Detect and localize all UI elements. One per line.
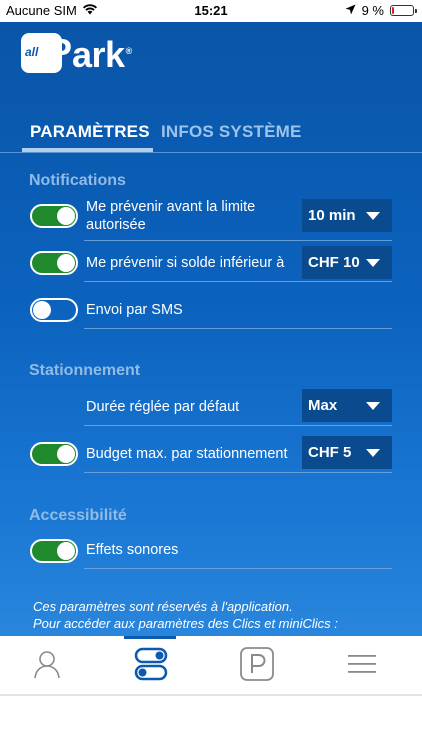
toggle-sms[interactable]: [30, 298, 78, 322]
toggle-max-budget[interactable]: [30, 442, 78, 466]
select-low-balance-value: CHF 10: [308, 254, 360, 271]
label-before-limit: Me prévenir avant la limite autorisée: [86, 199, 256, 233]
logo-ark-text: ark®: [72, 32, 132, 74]
toggle-low-balance[interactable]: [30, 251, 78, 275]
status-right: 9 %: [345, 3, 417, 18]
select-max-budget-value: CHF 5: [308, 444, 352, 461]
row-divider: [84, 472, 392, 473]
allpark-logo: all P ark®: [21, 32, 132, 74]
label-default-duration: Durée réglée par défaut: [86, 399, 240, 415]
row-divider: [84, 568, 392, 569]
select-default-duration-value: Max: [308, 397, 338, 414]
toggle-knob: [57, 542, 75, 560]
logo-all-text: all: [25, 45, 39, 59]
row-divider: [84, 328, 392, 329]
toggle-knob: [57, 445, 75, 463]
footnote: Ces paramètres sont réservés à l'applica…: [33, 598, 338, 632]
label-max-budget: Budget max. par stationnement: [86, 446, 288, 462]
section-accessibility-title: Accessibilité: [29, 507, 127, 524]
toggle-knob: [57, 254, 75, 272]
logo-ark: ark: [72, 34, 125, 75]
footnote-line-2: Pour accéder aux paramètres des Clics et…: [33, 616, 338, 631]
settings-toggles-icon[interactable]: [131, 646, 171, 682]
toggle-knob: [33, 301, 51, 319]
tab-bar-bottom-divider: [0, 694, 422, 696]
battery-percent: 9 %: [361, 3, 384, 18]
logo-registered: ®: [125, 46, 133, 56]
select-before-limit-value: 10 min: [308, 207, 356, 224]
tab-bar-active-indicator: [124, 636, 176, 639]
label-sound-effects: Effets sonores: [86, 542, 179, 558]
select-before-limit[interactable]: 10 min: [302, 199, 392, 232]
row-divider: [84, 281, 392, 282]
tab-system-info[interactable]: INFOS SYSTÈME: [161, 122, 302, 142]
menu-icon[interactable]: [342, 646, 382, 682]
tabs-divider: [0, 152, 422, 153]
section-notifications-title: Notifications: [29, 172, 126, 189]
chevron-down-icon: [366, 402, 380, 410]
location-arrow-icon: [345, 3, 356, 18]
footnote-line-1: Ces paramètres sont réservés à l'applica…: [33, 599, 293, 614]
battery-fill: [392, 7, 394, 14]
toggle-before-limit[interactable]: [30, 204, 78, 228]
label-low-balance: Me prévenir si solde inférieur à: [86, 255, 285, 271]
logo-p-letter: P: [48, 31, 73, 72]
status-bar: Aucune SIM 15:21 9 %: [0, 0, 422, 22]
battery-icon: [390, 5, 417, 16]
row-divider: [84, 240, 392, 241]
row-divider: [84, 425, 392, 426]
parking-icon[interactable]: [237, 646, 277, 682]
label-sms: Envoi par SMS: [86, 302, 183, 318]
chevron-down-icon: [366, 212, 380, 220]
toggle-sound-effects[interactable]: [30, 539, 78, 563]
select-default-duration[interactable]: Max: [302, 389, 392, 422]
chevron-down-icon: [366, 259, 380, 267]
select-low-balance[interactable]: CHF 10: [302, 246, 392, 279]
chevron-down-icon: [366, 449, 380, 457]
tab-settings[interactable]: PARAMÈTRES: [30, 122, 150, 142]
profile-icon[interactable]: [27, 646, 67, 682]
settings-screen: all P ark® PARAMÈTRES INFOS SYSTÈME Noti…: [0, 22, 422, 636]
section-parking-title: Stationnement: [29, 362, 141, 379]
select-max-budget[interactable]: CHF 5: [302, 436, 392, 469]
toggle-knob: [57, 207, 75, 225]
